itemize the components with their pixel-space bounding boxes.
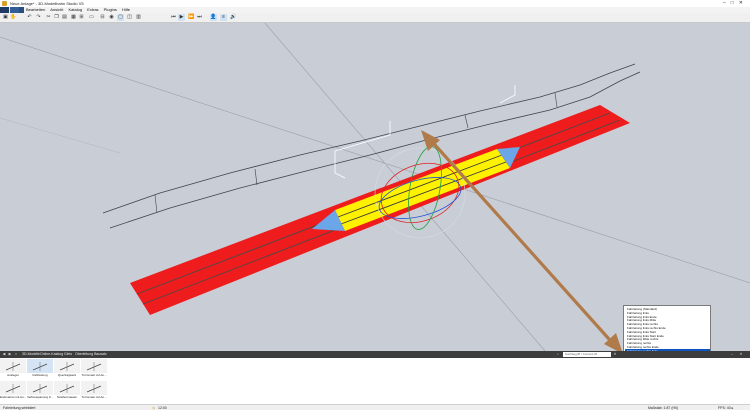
sound-icon[interactable]: 🔊 <box>230 14 237 21</box>
3d-viewport[interactable] <box>0 23 750 351</box>
person-icon[interactable]: 👤 <box>210 14 217 21</box>
hierarchy-icon[interactable]: ⊟ <box>99 14 106 21</box>
skip-back-icon[interactable]: ⏮ <box>170 14 177 21</box>
app-icon <box>2 1 7 6</box>
home-icon[interactable]: ⌂ <box>13 351 19 358</box>
status-fps: FPS: 40 ▸ <box>718 406 734 410</box>
menu-item-extras[interactable]: Extras <box>87 7 98 12</box>
catenary-hanger <box>254 168 258 186</box>
rail-selected-right <box>340 161 507 225</box>
cantilever-post-left <box>334 151 346 179</box>
catalog-item[interactable]: Fahrleitung <box>27 359 53 379</box>
grid-line <box>0 117 121 154</box>
breadcrumb-item[interactable]: 3D-Modelle <box>22 351 40 358</box>
panel-minimize-icon[interactable]: – <box>729 351 735 358</box>
camera-icon[interactable]: ◉ <box>108 14 115 21</box>
catalog-item[interactable]: Quertragwerk <box>54 359 80 379</box>
catalog-thumbnail <box>0 359 26 373</box>
catalog-grid: Ausleger Fahrleitung Quertragwerk Turmmast … <box>0 358 750 404</box>
search-icon[interactable]: ⌕ <box>555 351 561 358</box>
catalog-thumbnail <box>27 381 53 395</box>
title-bar: Neue Anlage* - 3D-Modellbahn Studio V5 –… <box>0 0 750 7</box>
catalog-item-label: Verbauspanung 0... <box>27 395 53 399</box>
delete-icon[interactable]: ▭ <box>88 14 95 21</box>
catalog-item[interactable]: Turmmast mit Au... <box>81 359 107 379</box>
panel-close-icon[interactable]: ✕ <box>738 351 744 358</box>
breadcrumb-item[interactable]: Oberleitung Bausatz <box>75 351 107 358</box>
speed-icon[interactable]: ≡ <box>220 14 227 21</box>
window-title: Neue Anlage* - 3D-Modellbahn Studio V5 <box>10 1 84 6</box>
fast-forward-icon[interactable]: ⏩ <box>188 14 195 21</box>
catalog-item-label: Turmmast mit Au... <box>81 395 107 399</box>
cantilever-left <box>334 121 391 152</box>
maximize-button[interactable]: □ <box>731 0 739 6</box>
menu-item-katalog[interactable]: Katalog <box>69 7 83 12</box>
redo-icon[interactable]: ↷ <box>35 14 42 21</box>
catalog-thumbnail <box>81 381 107 395</box>
menu-item-plugins[interactable]: Plugins <box>104 7 117 12</box>
catalog-thumbnail <box>54 359 80 373</box>
catalog-item[interactable]: Turmmast mit Au... <box>81 381 107 401</box>
catenary-hanger <box>464 114 469 129</box>
menu-item-bearbeiten[interactable]: Bearbeiten <box>26 7 45 12</box>
cut-icon[interactable]: ✂ <box>45 14 52 21</box>
layers-icon[interactable]: ▥ <box>135 14 142 21</box>
window-controls: –□✕ <box>723 0 748 7</box>
search-input[interactable]: Suchbegriff / Content-ID <box>563 352 611 357</box>
skip-forward-icon[interactable]: ⏭ <box>196 14 203 21</box>
catalog-item-label: Turmmast mit Au... <box>81 373 107 377</box>
catalog-thumbnail <box>27 359 53 373</box>
undo-icon[interactable]: ↶ <box>26 14 33 21</box>
copy-icon[interactable]: ❐ <box>53 14 60 21</box>
play-icon[interactable]: ▶ <box>178 14 185 21</box>
catalog-thumbnail <box>54 381 80 395</box>
breadcrumb-item[interactable]: Online-Katalog <box>40 351 63 358</box>
grid-axis-line <box>0 36 750 284</box>
status-scale: Maßstab: 1:87 (H0) <box>648 406 679 410</box>
hand-icon[interactable]: ✋ <box>10 14 17 21</box>
clear-search-icon[interactable]: ✕ <box>612 351 618 358</box>
selected-track-section[interactable] <box>335 149 510 231</box>
view-2d-icon[interactable]: ▢ <box>117 14 124 21</box>
catalog-thumbnail <box>81 359 107 373</box>
catalog-item-label: Fahrleitung <box>32 373 48 377</box>
status-time: 12:00 <box>158 406 167 410</box>
catalog-item-label: Quertragwerk <box>57 373 77 377</box>
catalog-item-label: Streifenmasten <box>56 395 78 399</box>
catalog-thumbnail <box>0 381 26 395</box>
catalog-item-label: Ausleger <box>7 373 19 377</box>
catalog-item[interactable]: Endmarnst mit Au... <box>0 381 26 401</box>
status-bar: Fahrleitung selektiert ◷ 12:00 Maßstab: … <box>0 404 750 410</box>
menu-item-ansicht[interactable]: Ansicht <box>50 7 63 12</box>
catalog-panel-bar: ◀ ▶ ⌂ 3D-Modelle Online-Katalog Gleis Ob… <box>0 351 750 358</box>
status-message: Fahrleitung selektiert <box>3 406 36 410</box>
minimize-button[interactable]: – <box>723 0 731 6</box>
snap-icon[interactable]: ⊞ <box>78 14 85 21</box>
view-3d-icon[interactable]: ◫ <box>126 14 133 21</box>
catenary-hanger <box>554 92 558 108</box>
catalog-item[interactable]: Ausleger <box>0 359 26 379</box>
catalog-item[interactable]: Streifenmasten <box>54 381 80 401</box>
catalog-item-label: Endmarnst mit Au... <box>0 395 26 399</box>
annotation-arrow-line <box>425 134 619 350</box>
save-icon[interactable]: ▣ <box>2 14 9 21</box>
grid-icon[interactable]: ▦ <box>70 14 77 21</box>
scene-canvas[interactable] <box>0 23 750 351</box>
catenary-hanger <box>154 194 158 214</box>
clock-icon[interactable]: ◷ <box>152 405 155 411</box>
toolbar: ▣ ✋ ↶ ↷ ✂ ❐ ▤ ▦ ⊞ ▭ ⊟ ◉ ▢ ◫ ▥ ⏮ ▶ ⏩ ⏭ 👤 ≡ 🔊 <box>0 13 750 23</box>
paste-icon[interactable]: ▤ <box>61 14 68 21</box>
close-button[interactable]: ✕ <box>739 0 748 6</box>
catalog-item[interactable]: Verbauspanung 0... <box>27 381 53 401</box>
breadcrumb-item[interactable]: Gleis <box>64 351 72 358</box>
menu-item-hilfe[interactable]: Hilfe <box>122 7 130 12</box>
cantilever-right <box>499 85 516 104</box>
